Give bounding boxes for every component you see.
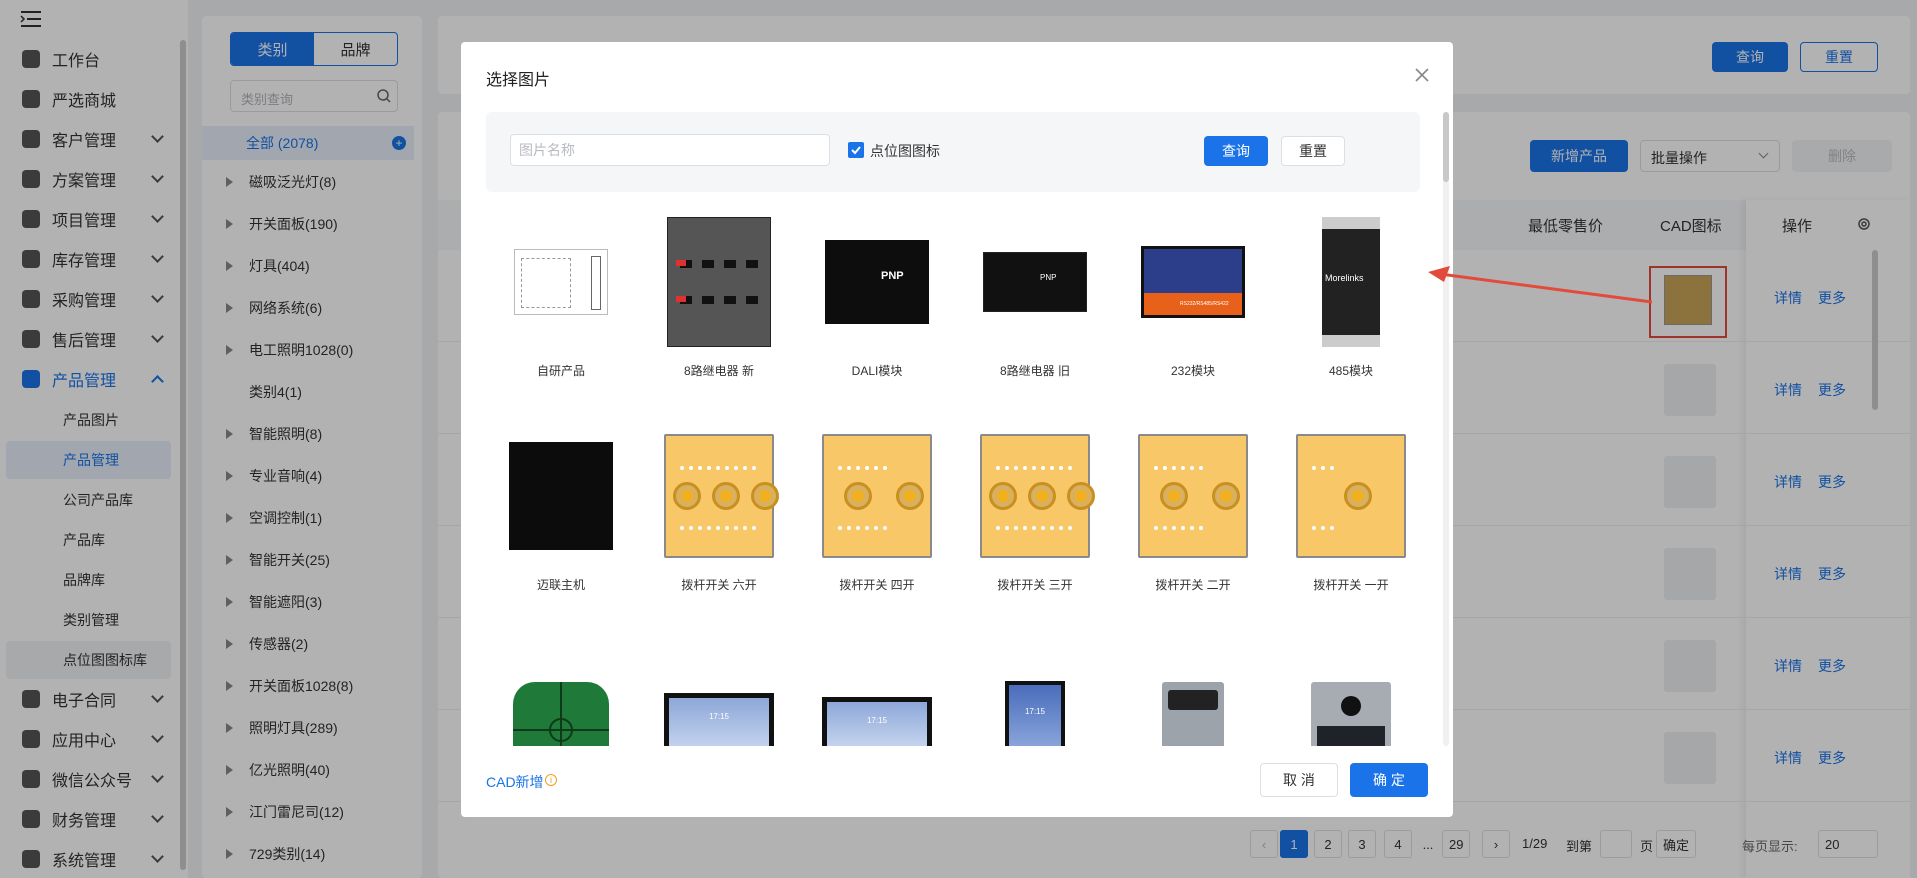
clock-label: 17:15: [1024, 707, 1046, 716]
select-image-dialog: 选择图片 点位图图标 查询 重置 自研产品8路继电器 新PNPDALI模块PNP…: [461, 42, 1453, 817]
image-caption: 8路继电器 旧: [999, 364, 1070, 378]
image-thumbnail[interactable]: [1296, 426, 1406, 566]
image-thumbnail[interactable]: [506, 640, 616, 746]
led-dots: [1312, 466, 1334, 470]
led-dots: [1154, 466, 1203, 470]
image-thumbnail[interactable]: RS232/RS485/RS422: [1138, 212, 1248, 352]
image-thumbnail[interactable]: 17:15: [980, 640, 1090, 746]
pnp-label: PNP: [1040, 273, 1057, 282]
image-caption: 8路继电器 新: [683, 364, 754, 378]
knob-icon: [1344, 482, 1372, 510]
led-dots: [838, 466, 887, 470]
image-grid: 自研产品 8路继电器 新 PNP DALI模块 PNP 8路继电器 旧 RS232/RS48…: [486, 204, 1420, 746]
led-dots: [680, 526, 756, 530]
knob-icon: [1212, 482, 1240, 510]
image-card[interactable]: 拨杆开关 一开: [1276, 418, 1420, 618]
led-dots: [1312, 526, 1334, 530]
image-thumbnail[interactable]: [822, 426, 932, 566]
image-card[interactable]: 8路继电器 新: [644, 204, 794, 404]
clock-label: 17:15: [708, 712, 730, 721]
knob-icon: [896, 482, 924, 510]
image-thumbnail[interactable]: 17:15: [822, 640, 932, 746]
position-icon-label: 点位图图标: [870, 143, 940, 159]
image-card[interactable]: 自研产品: [486, 204, 636, 404]
image-card[interactable]: [486, 632, 636, 746]
knob-icon: [712, 482, 740, 510]
knob-icon: [751, 482, 779, 510]
image-thumbnail[interactable]: [664, 212, 774, 352]
image-card[interactable]: 17:15: [960, 632, 1110, 746]
image-thumbnail[interactable]: [1138, 640, 1248, 746]
image-thumbnail[interactable]: PNP: [980, 212, 1090, 352]
clock-label: 17:15: [866, 716, 888, 725]
image-caption: 拨杆开关 六开: [681, 578, 757, 592]
dialog-title: 选择图片: [486, 72, 551, 89]
image-thumbnail[interactable]: 17:15: [664, 640, 774, 746]
dialog-scrollbar-thumb[interactable]: [1443, 112, 1449, 182]
cad-add-link[interactable]: CAD新增: [486, 772, 544, 792]
image-card[interactable]: PNP DALI模块: [802, 204, 952, 404]
dialog-reset-button[interactable]: 重置: [1281, 136, 1345, 166]
check-icon: [851, 146, 861, 155]
dialog-query-button[interactable]: 查询: [1204, 136, 1268, 166]
image-thumbnail[interactable]: [506, 426, 616, 566]
image-caption: 485模块: [1328, 364, 1374, 378]
led-dots: [996, 466, 1072, 470]
knob-icon: [1028, 482, 1056, 510]
image-caption: 232模块: [1170, 364, 1216, 378]
image-card[interactable]: [1118, 632, 1268, 746]
led-dots: [1154, 526, 1203, 530]
dialog-scrollbar[interactable]: [1443, 112, 1449, 746]
image-thumbnail[interactable]: PNP: [822, 212, 932, 352]
led-dots: [996, 526, 1072, 530]
image-caption: 拨杆开关 四开: [839, 578, 915, 592]
image-thumbnail[interactable]: [1296, 640, 1406, 746]
image-caption: 自研产品: [536, 364, 585, 378]
image-card[interactable]: 拨杆开关 四开: [802, 418, 952, 618]
image-card[interactable]: 迈联主机: [486, 418, 636, 618]
image-card[interactable]: [1276, 632, 1420, 746]
image-caption: 迈联主机: [536, 578, 585, 592]
image-card[interactable]: Morelinks 485模块: [1276, 204, 1420, 404]
image-name-input[interactable]: [510, 134, 830, 166]
led-dots: [680, 466, 756, 470]
knob-icon: [1160, 482, 1188, 510]
close-icon[interactable]: [1413, 66, 1431, 84]
morelinks-label: Morelinks: [1325, 273, 1364, 283]
image-caption: 拨杆开关 三开: [997, 578, 1073, 592]
position-icon-checkbox[interactable]: [848, 142, 864, 158]
image-card[interactable]: 拨杆开关 二开: [1118, 418, 1268, 618]
knob-icon: [844, 482, 872, 510]
image-card[interactable]: RS232/RS485/RS422 232模块: [1118, 204, 1268, 404]
image-thumbnail[interactable]: [664, 426, 779, 566]
confirm-button[interactable]: 确 定: [1350, 763, 1428, 797]
image-card[interactable]: 17:15: [802, 632, 952, 746]
cancel-button[interactable]: 取 消: [1260, 763, 1338, 797]
image-thumbnail[interactable]: [980, 426, 1095, 566]
led-dots: [838, 526, 887, 530]
info-icon[interactable]: i: [545, 774, 557, 786]
knob-icon: [673, 482, 701, 510]
image-thumbnail[interactable]: [1138, 426, 1248, 566]
image-card[interactable]: 拨杆开关 六开: [644, 418, 794, 618]
pnp-label: PNP: [881, 270, 904, 282]
image-caption: DALI模块: [851, 364, 903, 378]
knob-icon: [989, 482, 1017, 510]
image-caption: 拨杆开关 二开: [1155, 578, 1231, 592]
image-card[interactable]: 拨杆开关 三开: [960, 418, 1110, 618]
image-filter-bar: 点位图图标 查询 重置: [486, 112, 1420, 192]
knob-icon: [1067, 482, 1095, 510]
image-caption: 拨杆开关 一开: [1313, 578, 1389, 592]
image-thumbnail[interactable]: [506, 212, 616, 352]
image-card[interactable]: 17:15: [644, 632, 794, 746]
image-thumbnail[interactable]: Morelinks: [1296, 212, 1406, 352]
rs-label: RS232/RS485/RS422: [1180, 301, 1229, 307]
image-card[interactable]: PNP 8路继电器 旧: [960, 204, 1110, 404]
